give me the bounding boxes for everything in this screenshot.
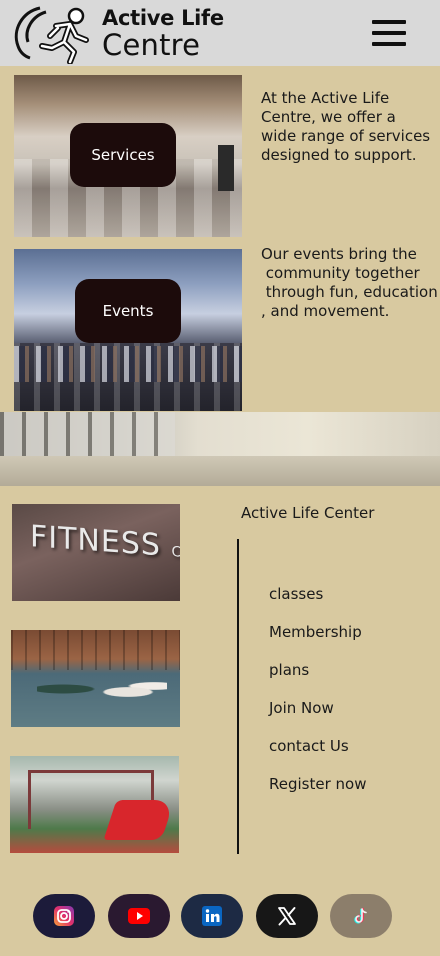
footer-divider: [237, 539, 239, 854]
logo-line-2: Centre: [102, 28, 201, 62]
nav-link-membership[interactable]: Membership: [269, 623, 366, 661]
hamburger-menu-icon[interactable]: [372, 20, 406, 46]
nav-link-join-now[interactable]: Join Now: [269, 699, 366, 737]
youtube-icon: [128, 908, 150, 924]
nav-link-contact-us[interactable]: contact Us: [269, 737, 366, 775]
x-icon: [278, 907, 296, 926]
services-description: At the Active Life Centre, we offer a wi…: [261, 89, 431, 164]
services-button[interactable]: Services: [70, 123, 176, 187]
playground-photo: [10, 756, 179, 853]
events-button[interactable]: Events: [75, 279, 181, 343]
nav-link-plans[interactable]: plans: [269, 661, 366, 699]
logo-line-1: Active Life: [102, 6, 224, 30]
tiktok-icon: [354, 907, 367, 924]
footer-site-name: Active Life Center: [241, 504, 375, 522]
linkedin-button[interactable]: [181, 894, 243, 938]
footer-nav: classes Membership plans Join Now contac…: [269, 585, 366, 813]
runner-logo-icon[interactable]: [10, 2, 94, 64]
events-description: Our events bring the community together …: [261, 245, 438, 320]
top-header: Active Life Centre: [0, 0, 440, 66]
nav-link-classes[interactable]: classes: [269, 585, 366, 623]
instagram-button[interactable]: [33, 894, 95, 938]
x-button[interactable]: [256, 894, 318, 938]
logo-wordmark[interactable]: Active Life Centre: [102, 8, 224, 60]
youtube-button[interactable]: [108, 894, 170, 938]
instagram-icon: [54, 906, 74, 926]
stretching-class-photo: [11, 630, 180, 727]
nav-link-register-now[interactable]: Register now: [269, 775, 366, 813]
tiktok-button[interactable]: [330, 894, 392, 938]
fitness-sign-text: FITNESS CENTER: [30, 519, 180, 564]
hall-banner-photo: [0, 412, 440, 486]
fitness-center-sign-photo: FITNESS CENTER: [12, 504, 180, 601]
linkedin-icon: [202, 906, 222, 926]
